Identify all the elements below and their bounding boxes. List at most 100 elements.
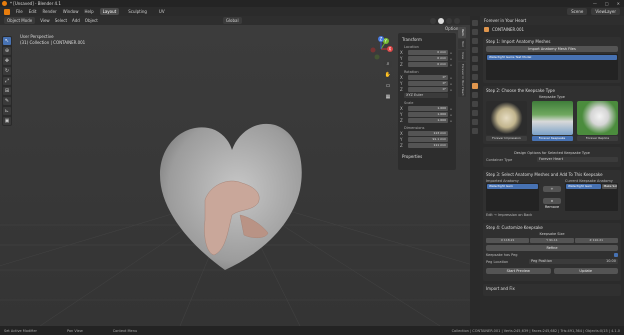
replica-button[interactable]: Forever Replica [577,136,618,141]
scale-tool-icon[interactable]: ⤢ [3,77,11,85]
zoom-icon[interactable]: ⌕ [384,60,392,68]
measure-tool-icon[interactable]: ⊾ [3,107,11,115]
annotate-tool-icon[interactable]: ✎ [3,97,11,105]
view-layer-props-icon[interactable] [472,47,478,53]
refine-button[interactable]: Refine [486,245,618,251]
menu-window[interactable]: Window [63,9,79,14]
lock-icon[interactable]: ⌂ [448,88,454,92]
impression-button[interactable]: Forever Impression [486,136,527,141]
peg-position-field[interactable]: Peg Position 10.00 [529,259,618,264]
view-layer-selector[interactable]: ViewLayer [591,8,620,15]
close-button[interactable]: ✕ [617,1,620,6]
current-anatomy-item[interactable]: Watertight Gem [566,184,601,189]
lock-icon[interactable]: ⌂ [448,107,454,111]
step1-title[interactable]: Step 1: Import Anatomy Meshes [486,39,618,44]
container-type-dropdown[interactable]: Forever Heart [537,157,618,162]
render-props-icon[interactable] [472,29,478,35]
rotation-mode-dropdown[interactable]: XYZ Euler [404,93,448,98]
tab-tool[interactable]: Tool [458,38,466,49]
scale-x-field[interactable]: 1.000 [408,106,448,111]
lock-icon[interactable]: ⌂ [448,76,454,80]
workspace-tab-sculpting[interactable]: Sculpting [125,8,150,15]
tab-view[interactable]: View [458,49,466,61]
lock-icon[interactable]: ⌂ [448,119,454,123]
menu-render[interactable]: Render [42,9,56,14]
rotation-x-field[interactable]: 0° [408,75,448,80]
remove-anatomy-button[interactable]: × Remove [543,198,561,209]
cursor-tool-icon[interactable]: ⊕ [3,47,11,55]
make-solid-button[interactable]: Make Sol [601,184,617,189]
size-y-field[interactable]: Y 91.11 [530,238,574,243]
menu-add[interactable]: Add [72,18,80,23]
scene-selector[interactable]: Scene [567,8,588,15]
workspace-tab-uv[interactable]: UV [156,8,168,15]
scale-y-field[interactable]: 1.000 [408,112,448,117]
lock-icon[interactable]: ⌂ [448,57,454,61]
constraint-props-icon[interactable] [472,110,478,116]
rotation-y-field[interactable]: 0° [408,81,448,86]
start-preview-button[interactable]: Start Preview [486,268,551,274]
menu-object[interactable]: Object [85,18,98,23]
tab-forever-in-your-heart[interactable]: Forever in Your Heart [458,61,466,98]
step4-title[interactable]: Step 4: Customize Keepsake [486,225,618,230]
option-impression[interactable]: Forever Impression [486,101,527,141]
keepsake-button[interactable]: Forever Keepsake [531,136,573,141]
import-fix-title[interactable]: Import and Fix [486,286,618,291]
workspace-tab-layout[interactable]: Layout [99,8,120,15]
minimize-button[interactable]: — [593,1,597,6]
lock-icon[interactable]: ⌂ [448,82,454,86]
collection-props-icon[interactable] [472,74,478,80]
output-props-icon[interactable] [472,38,478,44]
mode-dropdown[interactable]: Object Mode [4,17,36,24]
scene-props-icon[interactable] [472,56,478,62]
transform-tool-icon[interactable]: ⊞ [3,87,11,95]
option-replica[interactable]: Forever Replica [577,101,618,141]
menu-edit[interactable]: Edit [29,9,37,14]
physics-props-icon[interactable] [472,101,478,107]
material-shading-icon[interactable] [446,17,452,24]
rotation-z-field[interactable]: 0° [408,87,448,92]
size-z-field[interactable]: Z 110.21 [574,238,618,243]
mesh-list-item[interactable]: Watertight Gems Test Model [487,55,617,60]
maximize-button[interactable]: □ [605,1,609,6]
location-y-field[interactable]: 0 mm [408,56,448,61]
step2-title[interactable]: Step 2: Choose the Keepsake Type [486,88,618,93]
location-z-field[interactable]: 0 mm [408,62,448,67]
step3-title[interactable]: Step 3: Select Anatomy Meshes and Add To… [486,172,618,177]
lock-icon[interactable]: ⌂ [448,51,454,55]
update-button[interactable]: Update [553,268,618,274]
orientation-dropdown[interactable]: Global [222,17,242,24]
solid-shading-icon[interactable] [438,17,444,24]
object-props-icon[interactable] [472,83,478,89]
material-props-icon[interactable] [472,128,478,134]
has-peg-checkbox[interactable] [614,253,618,257]
size-x-field[interactable]: X 118.21 [486,238,530,243]
tool-props-icon[interactable] [472,20,478,26]
pan-hand-icon[interactable]: ✋ [384,71,392,79]
menu-file[interactable]: File [16,9,23,14]
imported-anatomy-item[interactable]: Watertight Gem [487,184,538,189]
import-meshes-button[interactable]: Import Anatomy Mesh Files [486,46,618,52]
menu-select[interactable]: Select [55,18,67,23]
location-x-field[interactable]: 0 mm [408,50,448,55]
select-tool-icon[interactable]: ↖ [3,37,11,45]
navigation-gizmo[interactable]: X Y Z [368,36,394,62]
option-keepsake[interactable]: Forever Keepsake [531,101,573,141]
scale-z-field[interactable]: 1.000 [408,118,448,123]
menu-help[interactable]: Help [84,9,93,14]
modifier-props-icon[interactable] [472,92,478,98]
dimension-z-field[interactable]: 111 mm [408,143,448,148]
keepsake-preview[interactable] [531,101,573,135]
wireframe-shading-icon[interactable] [430,17,436,24]
data-props-icon[interactable] [472,119,478,125]
lock-icon[interactable]: ⌂ [448,63,454,67]
blender-menu-icon[interactable] [4,8,10,15]
camera-icon[interactable]: ▭ [384,82,392,90]
world-props-icon[interactable] [472,65,478,71]
dimension-x-field[interactable]: 113 mm [408,131,448,136]
add-cube-tool-icon[interactable]: ▣ [3,117,11,125]
grid-perspective-icon[interactable]: ▦ [384,93,392,101]
impression-preview[interactable] [486,101,527,135]
properties-subpanel[interactable]: Properties [402,154,454,159]
menu-view[interactable]: View [40,18,50,23]
